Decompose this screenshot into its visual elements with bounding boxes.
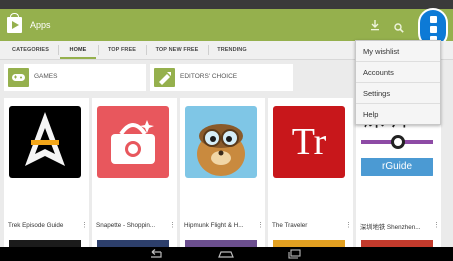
tab-categories[interactable]: CATEGORIES bbox=[4, 41, 57, 59]
tab-divider bbox=[98, 45, 99, 55]
menu-item-my-wishlist[interactable]: My wishlist bbox=[356, 41, 440, 62]
overflow-menu: My wishlist Accounts Settings Help bbox=[355, 40, 441, 125]
recents-icon[interactable] bbox=[285, 249, 305, 259]
menu-item-accounts[interactable]: Accounts bbox=[356, 62, 440, 83]
metro-station-icon bbox=[391, 135, 405, 149]
traveler-icon-text: Tr bbox=[291, 121, 327, 163]
editors-choice-category-card[interactable]: EDITORS' CHOICE bbox=[150, 64, 293, 91]
rguide-banner: rGuide bbox=[361, 158, 433, 176]
back-icon[interactable] bbox=[145, 249, 165, 259]
tab-top-free[interactable]: TOP FREE bbox=[100, 41, 144, 59]
app-name: The Traveler bbox=[272, 222, 308, 229]
app-card[interactable]: Snapette - Shoppin... ⋮ ★★★★★ FREE Popul… bbox=[92, 98, 177, 250]
menu-item-help[interactable]: Help bbox=[356, 104, 440, 125]
app-card[interactable]: Trek Episode Guide ⋮ ★★★★★ FREE Popular … bbox=[4, 98, 89, 250]
rguide-text: rGuide bbox=[381, 161, 412, 172]
category-label: GAMES bbox=[34, 73, 58, 80]
hipmunk-icon bbox=[185, 106, 257, 178]
menu-item-settings[interactable]: Settings bbox=[356, 83, 440, 104]
tab-divider bbox=[208, 45, 209, 55]
tab-divider bbox=[58, 45, 59, 55]
more-options-icon[interactable]: ⋮ bbox=[433, 222, 440, 230]
games-category-card[interactable]: GAMES bbox=[4, 64, 146, 91]
overflow-dot-icon bbox=[430, 16, 437, 23]
app-card[interactable]: Hipmunk Flight & H... ⋮ ★★★★★ FREE Top a… bbox=[180, 98, 265, 250]
more-options-icon[interactable]: ⋮ bbox=[169, 222, 176, 230]
download-icon[interactable] bbox=[370, 19, 380, 31]
snapette-icon bbox=[97, 106, 169, 178]
google-play-bag-icon[interactable] bbox=[7, 13, 22, 33]
category-label: EDITORS' CHOICE bbox=[180, 73, 238, 80]
app-name: Trek Episode Guide bbox=[8, 222, 64, 229]
more-options-icon[interactable]: ⋮ bbox=[257, 222, 264, 230]
search-icon[interactable] bbox=[394, 20, 404, 33]
tab-home[interactable]: HOME bbox=[60, 41, 96, 59]
app-name: 深圳地铁 Shenzhen... bbox=[360, 224, 421, 231]
status-bar bbox=[0, 0, 453, 9]
tab-trending[interactable]: TRENDING bbox=[210, 41, 254, 59]
gamepad-icon bbox=[8, 68, 29, 87]
overflow-dot-icon bbox=[430, 26, 437, 33]
android-screen: Apps CATEGORIES HOME TOP FREE TOP NEW FR… bbox=[0, 0, 453, 261]
editors-choice-icon bbox=[154, 68, 175, 87]
navigation-bar bbox=[0, 247, 453, 261]
trek-episode-guide-icon bbox=[9, 106, 81, 178]
more-options-icon[interactable]: ⋮ bbox=[345, 222, 352, 230]
tab-divider bbox=[146, 45, 147, 55]
tab-top-new-free[interactable]: TOP NEW FREE bbox=[148, 41, 206, 59]
action-bar bbox=[0, 9, 453, 41]
more-options-icon[interactable]: ⋮ bbox=[81, 222, 88, 230]
page-title: Apps bbox=[30, 20, 51, 30]
app-name: Snapette - Shoppin... bbox=[96, 222, 156, 229]
app-card[interactable]: Tr The Traveler ⋮ ★★★★★ FREE Popular in … bbox=[268, 98, 353, 250]
the-traveler-icon: Tr bbox=[273, 106, 345, 178]
home-icon[interactable] bbox=[216, 249, 236, 259]
app-name: Hipmunk Flight & H... bbox=[184, 222, 244, 229]
